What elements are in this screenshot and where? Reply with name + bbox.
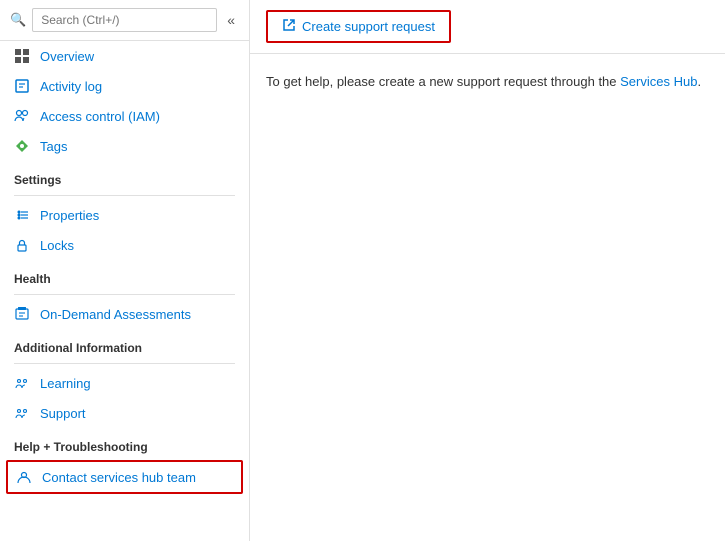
additional-divider	[14, 363, 235, 364]
sidebar-item-properties[interactable]: Properties	[0, 200, 249, 230]
sidebar: 🔍 « Overview Activity log Access control…	[0, 0, 250, 541]
main-header: Create support request	[250, 0, 725, 54]
sidebar-item-on-demand[interactable]: On-Demand Assessments	[0, 299, 249, 329]
sidebar-item-iam[interactable]: Access control (IAM)	[0, 101, 249, 131]
main-body: To get help, please create a new support…	[250, 54, 725, 109]
tags-icon	[14, 138, 30, 154]
sidebar-item-learning[interactable]: Learning	[0, 368, 249, 398]
locks-icon	[14, 237, 30, 253]
sidebar-item-label: Activity log	[40, 79, 102, 94]
collapse-sidebar-button[interactable]: «	[223, 10, 239, 30]
activity-log-icon	[14, 78, 30, 94]
sidebar-item-label: Properties	[40, 208, 99, 223]
create-support-request-button[interactable]: Create support request	[266, 10, 451, 43]
additional-section-label: Additional Information	[0, 329, 249, 359]
learning-icon	[14, 375, 30, 391]
settings-section-label: Settings	[0, 161, 249, 191]
assessment-icon	[14, 306, 30, 322]
sidebar-item-label: Overview	[40, 49, 94, 64]
sidebar-item-label: Learning	[40, 376, 91, 391]
services-hub-link[interactable]: Services Hub	[620, 74, 697, 89]
sidebar-item-tags[interactable]: Tags	[0, 131, 249, 161]
sidebar-item-activity-log[interactable]: Activity log	[0, 71, 249, 101]
sidebar-item-overview[interactable]: Overview	[0, 41, 249, 71]
sidebar-item-label: Access control (IAM)	[40, 109, 160, 124]
search-bar: 🔍 «	[0, 0, 249, 41]
sidebar-item-label: Tags	[40, 139, 67, 154]
search-input[interactable]	[32, 8, 217, 32]
external-link-icon	[282, 18, 296, 35]
health-section-label: Health	[0, 260, 249, 290]
help-section-label: Help + Troubleshooting	[0, 428, 249, 458]
help-text: To get help, please create a new support…	[266, 74, 709, 89]
health-divider	[14, 294, 235, 295]
sidebar-item-label: On-Demand Assessments	[40, 307, 191, 322]
sidebar-item-support[interactable]: Support	[0, 398, 249, 428]
sidebar-item-label: Support	[40, 406, 86, 421]
settings-divider	[14, 195, 235, 196]
contact-icon	[16, 469, 32, 485]
sidebar-item-label: Locks	[40, 238, 74, 253]
sidebar-item-label: Contact services hub team	[42, 470, 196, 485]
support-icon	[14, 405, 30, 421]
iam-icon	[14, 108, 30, 124]
main-content: Create support request To get help, plea…	[250, 0, 725, 541]
properties-icon	[14, 207, 30, 223]
sidebar-item-contact[interactable]: Contact services hub team	[6, 460, 243, 494]
create-button-label: Create support request	[302, 19, 435, 34]
overview-icon	[14, 48, 30, 64]
search-icon: 🔍	[10, 12, 26, 28]
sidebar-item-locks[interactable]: Locks	[0, 230, 249, 260]
